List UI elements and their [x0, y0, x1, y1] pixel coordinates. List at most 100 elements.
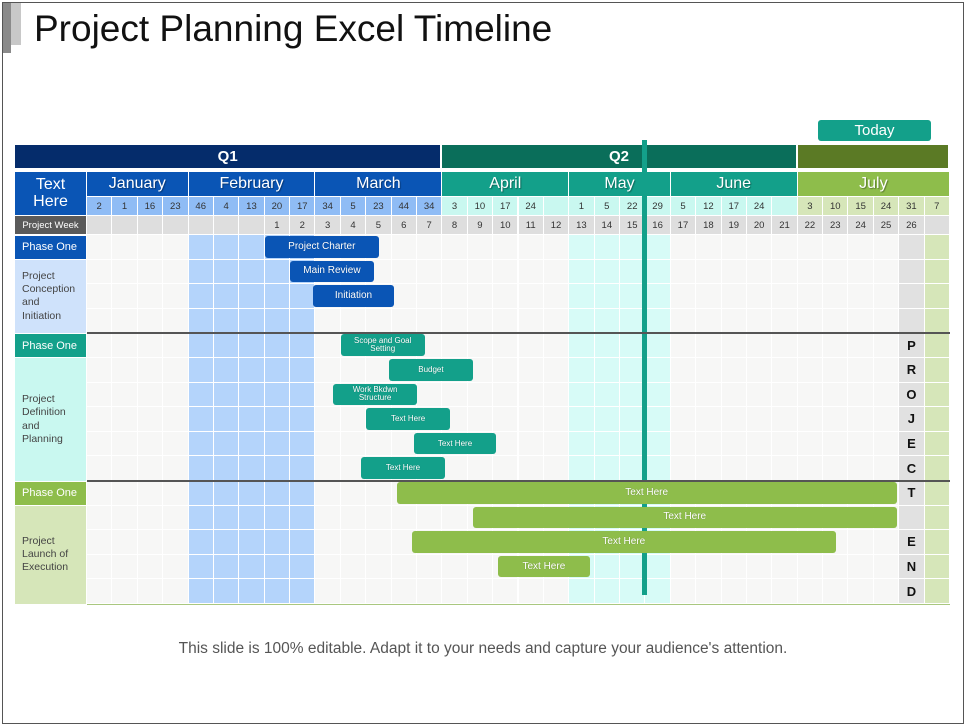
- grid-cell: [366, 579, 391, 603]
- grid-cell: [924, 431, 949, 456]
- grid-cell: [645, 284, 670, 308]
- grid-cell: [797, 259, 823, 284]
- grid-cell: [163, 407, 188, 431]
- grid-cell: [620, 235, 645, 259]
- grid-cell: [239, 579, 264, 603]
- phase-name: Project Conception and Initiation: [15, 259, 86, 334]
- grid-cell: [721, 259, 746, 284]
- grid-cell: [670, 554, 696, 579]
- grid-cell: [112, 235, 137, 259]
- day-cell: 10: [823, 197, 848, 215]
- grid-cell: [315, 530, 340, 554]
- grid-cell: [264, 382, 290, 407]
- grid-cell: [416, 382, 442, 407]
- grid-cell: [924, 284, 949, 308]
- grid-cell: [137, 259, 163, 284]
- grid-cell: [188, 530, 213, 554]
- grid-cell: [848, 407, 873, 431]
- phase-tag: Phase One: [15, 334, 86, 357]
- month-header: March: [315, 172, 442, 196]
- grid-cell: [746, 579, 772, 603]
- grid-cell: [543, 358, 569, 382]
- grid-cell: [543, 456, 569, 480]
- grid-cell: [797, 456, 823, 480]
- grid-cell: [797, 407, 823, 431]
- project-week-cell: 25: [873, 216, 899, 234]
- task-bar: Text Here: [361, 457, 445, 479]
- grid-cell: [213, 284, 239, 308]
- grid-cell: [87, 235, 112, 259]
- day-cell: 24: [873, 197, 899, 215]
- grid-cell: [340, 431, 366, 456]
- grid-cell: [213, 308, 239, 333]
- grid-cell: [366, 505, 391, 530]
- day-cell: 31: [899, 197, 924, 215]
- quarter-header: Q2: [442, 145, 796, 168]
- grid-cell: [290, 308, 315, 333]
- grid-cell: [188, 456, 213, 480]
- grid-cell: [670, 259, 696, 284]
- grid-cell: [188, 358, 213, 382]
- grid-cell: [746, 431, 772, 456]
- grid-cell: [797, 554, 823, 579]
- grid-cell: [137, 284, 163, 308]
- grid-cell: [848, 456, 873, 480]
- grid-cell: [518, 333, 543, 357]
- grid-cell: [290, 530, 315, 554]
- grid-cell: [772, 407, 797, 431]
- grid-cell: [87, 284, 112, 308]
- grid-cell: [924, 308, 949, 333]
- grid-cell: [213, 407, 239, 431]
- end-marker-letter: P: [907, 337, 916, 353]
- grid-cell: [442, 284, 467, 308]
- phase-name: Project Launch of Execution: [15, 505, 86, 604]
- grid-cell: [594, 259, 620, 284]
- grid-cell: [696, 407, 721, 431]
- grid-cell: [290, 431, 315, 456]
- project-week-cell: 22: [797, 216, 823, 234]
- grid-cell: [670, 308, 696, 333]
- grid-cell: [594, 235, 620, 259]
- grid-cell: [467, 554, 493, 579]
- grid-cell: [696, 579, 721, 603]
- grid-cell: [873, 530, 899, 554]
- grid-cell: [264, 284, 290, 308]
- grid-cell: [620, 456, 645, 480]
- project-week-cell: [137, 216, 163, 234]
- month-header: June: [670, 172, 797, 196]
- grid-cell: [620, 333, 645, 357]
- end-marker-letter: [899, 506, 923, 530]
- grid-cell: [772, 579, 797, 603]
- grid-cell: [213, 554, 239, 579]
- grid-cell: [518, 382, 543, 407]
- grid-cell: [772, 284, 797, 308]
- grid-cell: [493, 456, 518, 480]
- grid-cell: [442, 235, 467, 259]
- quarter-header: [797, 145, 948, 168]
- grid-cell: [213, 259, 239, 284]
- month-header: May: [569, 172, 670, 196]
- grid-cell: [594, 382, 620, 407]
- grid-cell: [239, 235, 264, 259]
- grid-cell: [569, 407, 594, 431]
- grid-cell: [188, 579, 213, 603]
- today-marker: Today: [818, 120, 931, 141]
- title-accent-bar-light: [11, 3, 21, 45]
- grid-cell: [416, 259, 442, 284]
- grid-cell: [518, 431, 543, 456]
- day-cell: 23: [163, 197, 188, 215]
- grid-cell: [137, 382, 163, 407]
- grid-cell: [163, 530, 188, 554]
- grid-cell: [873, 579, 899, 603]
- grid-cell: [594, 456, 620, 480]
- grid-cell: [873, 284, 899, 308]
- project-week-cell: 14: [594, 216, 620, 234]
- grid-cell: [467, 284, 493, 308]
- end-marker-letter: T: [907, 485, 916, 501]
- grid-cell: [594, 308, 620, 333]
- grid-cell: [239, 456, 264, 480]
- grid-cell: [290, 382, 315, 407]
- grid-cell: [670, 431, 696, 456]
- grid-cell: [163, 456, 188, 480]
- grid-cell: [721, 554, 746, 579]
